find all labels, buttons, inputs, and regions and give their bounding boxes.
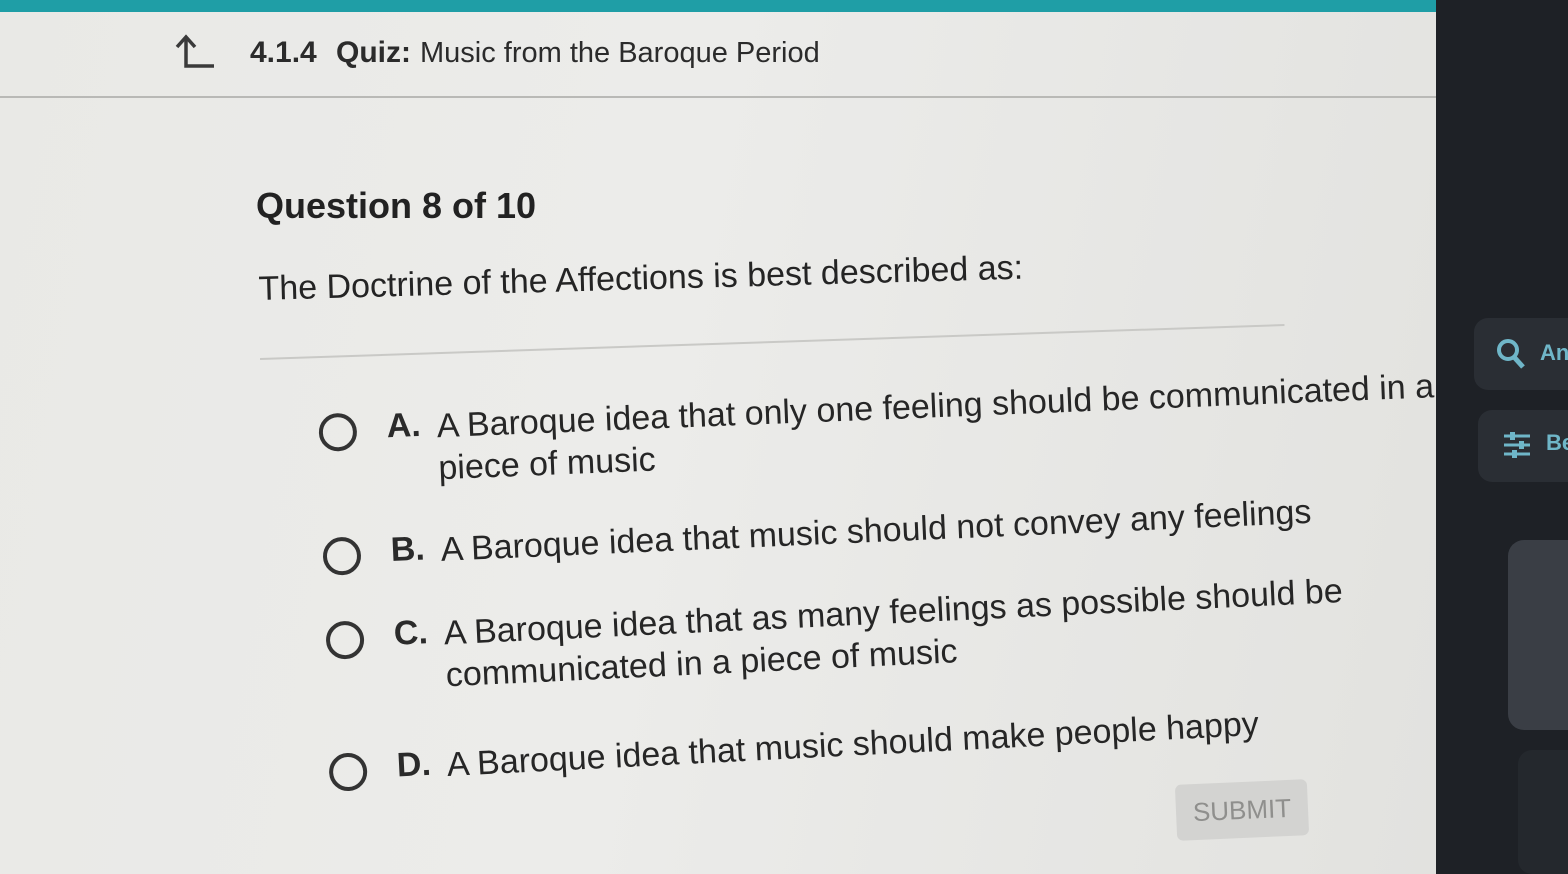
quiz-kind: Quiz: [336, 36, 411, 69]
option-a[interactable]: A. A Baroque idea that only one feeling … [318, 365, 1437, 494]
radio-option-d[interactable] [328, 752, 369, 792]
option-d-text-line1: A Baroque idea that music should make pe… [445, 704, 1260, 784]
option-b[interactable]: B. A Baroque idea that music should not … [322, 491, 1312, 576]
side-panel-card [1508, 540, 1568, 730]
quiz-code: 4.1.4 [250, 36, 317, 69]
option-a-letter: A. [385, 405, 422, 446]
option-d[interactable]: D. A Baroque idea that music should make… [328, 703, 1260, 792]
side-item-settings-label: Be [1546, 430, 1568, 455]
radio-option-a[interactable] [318, 412, 358, 452]
quiz-page: 4.1.4 Quiz: Music from the Baroque Perio… [0, 12, 1436, 874]
arrow-up-left-icon[interactable] [172, 32, 216, 72]
question-divider [260, 324, 1285, 360]
side-item-search-label: An [1540, 340, 1568, 365]
side-panel-card-bottom [1518, 750, 1568, 874]
question-text: The Doctrine of the Affections is best d… [258, 248, 1024, 308]
top-accent-strip [0, 0, 1436, 12]
side-item-settings[interactable]: Be [1478, 410, 1568, 482]
option-c[interactable]: C. A Baroque idea that as many feelings … [325, 570, 1346, 702]
radio-option-b[interactable] [322, 536, 362, 576]
option-b-letter: B. [389, 529, 426, 569]
option-c-letter: C. [392, 613, 429, 653]
quiz-header: 4.1.4 Quiz: Music from the Baroque Perio… [0, 12, 1436, 98]
option-d-letter: D. [395, 744, 432, 785]
radio-option-c[interactable] [325, 620, 365, 660]
submit-button[interactable]: SUBMIT [1174, 779, 1310, 841]
sliders-icon [1504, 432, 1530, 458]
side-item-search[interactable]: An [1474, 318, 1568, 390]
search-icon [1497, 339, 1525, 369]
quiz-title: Music from the Baroque Period [420, 37, 820, 69]
option-b-text-line1: A Baroque idea that music should not con… [439, 492, 1313, 569]
question-number: Question 8 of 10 [256, 185, 537, 226]
